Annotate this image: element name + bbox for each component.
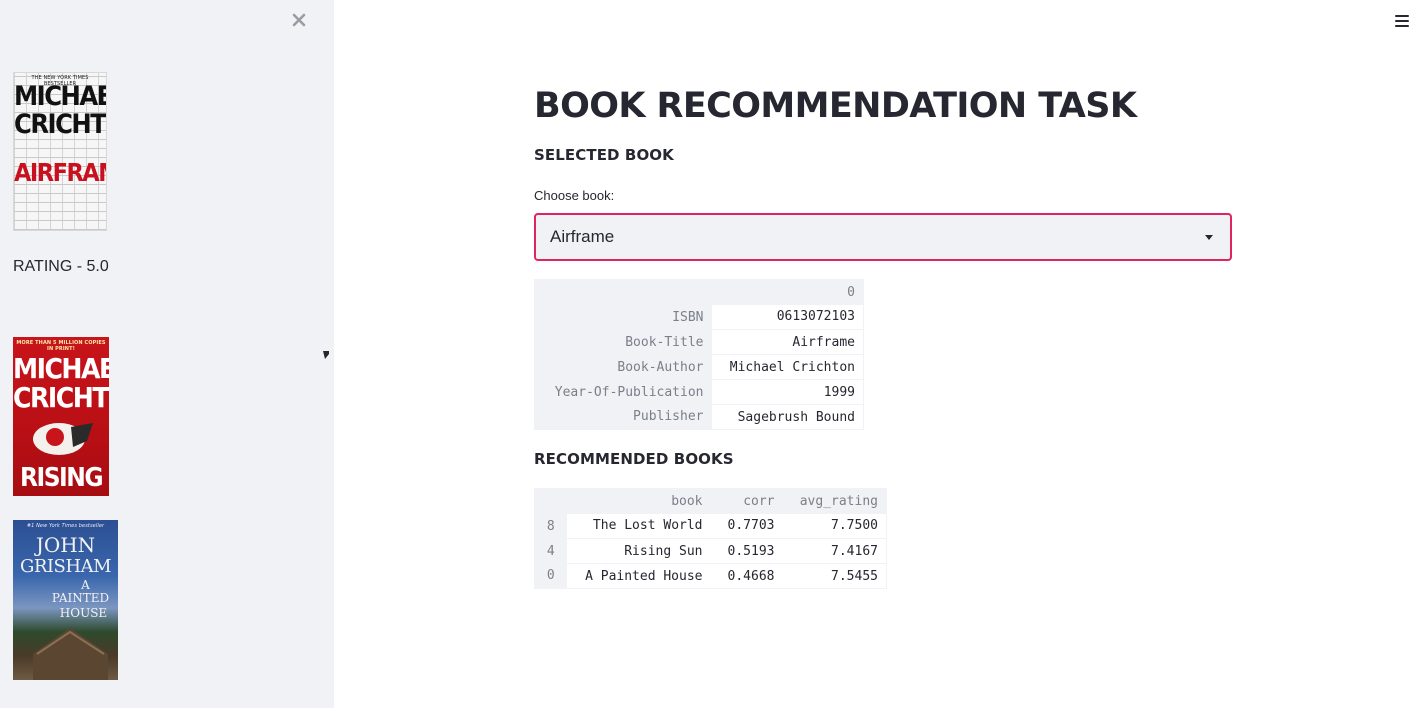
cover-house-icon <box>33 628 108 680</box>
cover-author: CRICHTON <box>14 109 106 140</box>
row-header: Book-Title <box>534 329 712 355</box>
table-cell: 1999 <box>711 379 864 405</box>
book-select-value: Airframe <box>550 227 615 246</box>
cover-author: GRISHAM <box>20 556 112 577</box>
table-row: Publisher Sagebrush Bound <box>534 404 864 430</box>
column-header: book <box>566 488 711 514</box>
row-index: 8 <box>534 513 567 539</box>
table-cell: Michael Crichton <box>711 354 864 380</box>
book-cover-a-painted-house: #1 New York Times bestseller JOHN GRISHA… <box>13 520 118 680</box>
column-header: avg_rating <box>782 488 887 514</box>
row-header: ISBN <box>534 304 712 330</box>
book-cover-airframe: THE NEW YORK TIMES BESTSELLER MICHAEL CR… <box>13 72 107 231</box>
table-row: 0 A Painted House 0.4668 7.5455 <box>534 563 887 589</box>
table-corner <box>534 279 712 305</box>
table-row: Book-Title Airframe <box>534 329 864 355</box>
table-cell: 0613072103 <box>711 304 864 330</box>
table-cell: The Lost World <box>566 513 711 539</box>
page-title: BOOK RECOMMENDATION TASK <box>534 86 1137 126</box>
cover-author: MICHAEL <box>13 352 109 385</box>
chevron-down-icon <box>1205 234 1213 240</box>
cover-title: HOUSE <box>59 606 108 620</box>
table-row: Book-Author Michael Crichton <box>534 354 864 380</box>
table-cell: 7.4167 <box>782 538 887 564</box>
book-cover-rising-sun: MORE THAN 5 MILLION COPIES IN PRINT! MIC… <box>13 337 109 496</box>
table-cell: Airframe <box>711 329 864 355</box>
cover-title: AIRFRAME <box>14 158 106 187</box>
recommended-books-table: book corr avg_rating 8 The Lost World 0.… <box>534 488 887 589</box>
row-index: 4 <box>534 538 567 564</box>
table-corner <box>534 488 567 514</box>
hamburger-menu-icon[interactable] <box>1395 14 1409 28</box>
rating-text: RATING - 5.0 <box>13 258 109 275</box>
column-header: 0 <box>711 279 864 305</box>
table-cell: 7.5455 <box>782 563 887 589</box>
table-row: ISBN 0613072103 <box>534 304 864 330</box>
row-header: Publisher <box>534 404 712 430</box>
column-header: corr <box>710 488 783 514</box>
cover-tag: MORE THAN 5 MILLION COPIES IN PRINT! <box>16 340 106 352</box>
cover-title: A <box>81 578 90 592</box>
row-header: Book-Author <box>534 354 712 380</box>
selected-book-heading: SELECTED BOOK <box>534 146 674 164</box>
sidebar: THE NEW YORK TIMES BESTSELLER MICHAEL CR… <box>0 0 334 708</box>
table-cell: 0.7703 <box>710 513 783 539</box>
table-cell: A Painted House <box>566 563 711 589</box>
selected-book-table: 0 ISBN 0613072103 Book-Title Airframe Bo… <box>534 279 864 430</box>
cover-author: CRICHTON <box>13 381 109 414</box>
cover-author: MICHAEL <box>14 81 106 112</box>
row-index: 0 <box>534 563 567 589</box>
cover-author: JOHN <box>35 533 96 557</box>
cover-tag: #1 New York Times bestseller <box>26 523 105 529</box>
table-row: Year-Of-Publication 1999 <box>534 379 864 405</box>
table-row: 8 The Lost World 0.7703 7.7500 <box>534 513 887 539</box>
close-icon <box>292 13 306 27</box>
choose-book-label: Choose book: <box>534 188 615 203</box>
table-cell: Rising Sun <box>566 538 711 564</box>
resize-handle[interactable] <box>323 344 329 359</box>
close-sidebar-button[interactable] <box>289 10 309 30</box>
table-cell: 0.4668 <box>710 563 783 589</box>
cover-art-icon <box>33 423 93 455</box>
cover-title: RISING SUN <box>19 463 104 496</box>
book-select[interactable]: Airframe <box>534 213 1232 261</box>
table-cell: Sagebrush Bound <box>711 404 864 430</box>
cover-title: PAINTED <box>51 591 110 605</box>
table-cell: 0.5193 <box>710 538 783 564</box>
table-row: 4 Rising Sun 0.5193 7.4167 <box>534 538 887 564</box>
table-cell: 7.7500 <box>782 513 887 539</box>
recommended-books-heading: RECOMMENDED BOOKS <box>534 450 734 468</box>
row-header: Year-Of-Publication <box>534 379 712 405</box>
main-area: BOOK RECOMMENDATION TASK SELECTED BOOK C… <box>334 0 1423 708</box>
